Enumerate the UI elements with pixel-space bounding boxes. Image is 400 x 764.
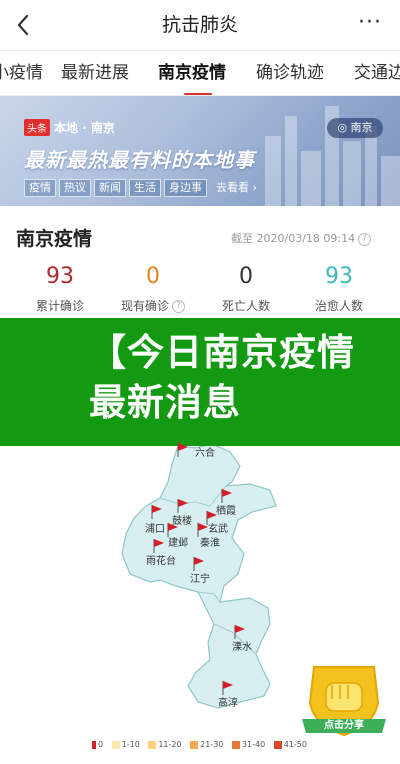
tab-bar: 小疫情 最新进展 南京疫情 确诊轨迹 交通边: [0, 51, 400, 96]
flag-marker: [221, 489, 232, 503]
legend-item: 0: [92, 740, 103, 749]
tab-epidemic[interactable]: 小疫情: [0, 51, 43, 95]
flag-marker: [177, 443, 188, 457]
flag-marker: [234, 625, 245, 639]
tab-latest-progress[interactable]: 最新进展: [61, 51, 129, 95]
tab-confirmed-tracks[interactable]: 确诊轨迹: [256, 51, 324, 95]
legend-item: 11-20: [148, 740, 182, 749]
stat-label: 治愈人数: [314, 299, 363, 313]
district-label-lishui: 溧水: [232, 642, 252, 653]
nav-bar: 抗击肺炎 ···: [0, 0, 400, 51]
help-icon[interactable]: ?: [358, 232, 372, 246]
legend-swatch: [273, 740, 282, 749]
flag-marker: [167, 523, 178, 537]
flag-marker: [193, 557, 204, 571]
legend-item: 31-40: [231, 740, 266, 749]
more-options-icon[interactable]: ···: [355, 10, 385, 40]
help-icon[interactable]: ?: [172, 300, 185, 313]
legend-item: 1-10: [111, 740, 140, 749]
stat-label: 现有确诊: [120, 299, 169, 313]
location-pill[interactable]: ◎ 南京: [327, 118, 383, 138]
as-of-timestamp: 截至 2020/03/18 09:14?: [231, 230, 372, 246]
brand-text: 本地 · 南京: [54, 121, 115, 135]
district-label-yuhuatai: 雨花台: [146, 556, 176, 567]
toutiao-badge: 头条: [24, 119, 50, 136]
district-label-qixia: 栖霞: [216, 506, 236, 517]
chip-hot-topics[interactable]: 热议: [59, 179, 91, 197]
legend-flag-swatch: [92, 740, 96, 749]
as-of-text: 截至 2020/03/18 09:14: [231, 232, 356, 245]
flag-marker: [197, 523, 208, 537]
flag-marker: [222, 681, 233, 695]
legend-swatch: [190, 740, 199, 749]
stat-total-confirmed: 93 累计确诊: [10, 262, 110, 314]
legend-swatch: [148, 740, 157, 749]
stat-label: 死亡人数: [221, 299, 270, 313]
brand-label: 头条 本地 · 南京: [24, 119, 115, 137]
section-title: 南京疫情: [16, 228, 93, 250]
district-label-liuhe: 六合: [195, 448, 215, 459]
tab-transport[interactable]: 交通边: [354, 51, 400, 95]
legend-item: 21-30: [190, 740, 223, 749]
share-label: 点击分享: [324, 720, 364, 731]
go-see-link[interactable]: 去看看 ›: [216, 179, 257, 195]
legend-label: 11-20: [158, 740, 182, 749]
chip-life[interactable]: 生活: [129, 179, 161, 197]
district-label-jiangning: 江宁: [190, 574, 210, 585]
legend-swatch: [231, 740, 240, 749]
flag-marker: [177, 499, 188, 513]
headline-overlay: 【今日南京疫情最新消息: [0, 318, 400, 446]
location-label: 南京: [350, 121, 373, 134]
city-skyline-graphic: [265, 106, 400, 206]
stat-value: 93: [46, 264, 74, 289]
district-label-pukou: 浦口: [145, 524, 165, 535]
page-title: 抗击肺炎: [161, 14, 238, 36]
stat-label: 累计确诊: [35, 299, 84, 313]
local-news-banner[interactable]: 头条 本地 · 南京 ◎ 南京 最新最热最有料的本地事 疫情 热议 新闻 生活 身边事 去看…: [0, 96, 400, 206]
stat-value: 93: [325, 264, 353, 289]
map-legend: 0 1-10 11-20 21-30 31-40 41-50: [92, 740, 313, 749]
district-label-gaochun: 高淳: [218, 698, 238, 709]
stat-deaths: 0 死亡人数: [196, 262, 296, 314]
stat-value: 0: [239, 264, 253, 289]
chip-news[interactable]: 新闻: [94, 179, 126, 197]
flag-marker: [151, 505, 162, 519]
tab-nanjing-epidemic[interactable]: 南京疫情: [158, 51, 226, 95]
chip-nearby[interactable]: 身边事: [164, 179, 207, 197]
legend-label: 21-30: [200, 740, 224, 749]
location-pin-icon: ◎: [337, 121, 348, 134]
legend-label: 0: [98, 740, 104, 749]
headline-text: 【今日南京疫情最新消息: [89, 331, 355, 424]
banner-slogan: 最新最热最有料的本地事: [24, 148, 255, 172]
banner-chips: 疫情 热议 新闻 生活 身边事 去看看 ›: [24, 176, 257, 197]
stat-recovered: 93 治愈人数: [289, 262, 389, 314]
legend-label: 31-40: [241, 740, 266, 749]
chip-epidemic[interactable]: 疫情: [24, 179, 56, 197]
stat-current-confirmed: 0 现有确诊?: [103, 262, 203, 314]
stat-label-wrap: 现有确诊?: [103, 297, 203, 314]
stat-value: 0: [146, 264, 160, 289]
share-badge-button[interactable]: 点击分享: [298, 663, 390, 743]
legend-label: 1-10: [121, 740, 140, 749]
flag-marker: [153, 539, 164, 553]
legend-swatch: [111, 740, 120, 749]
